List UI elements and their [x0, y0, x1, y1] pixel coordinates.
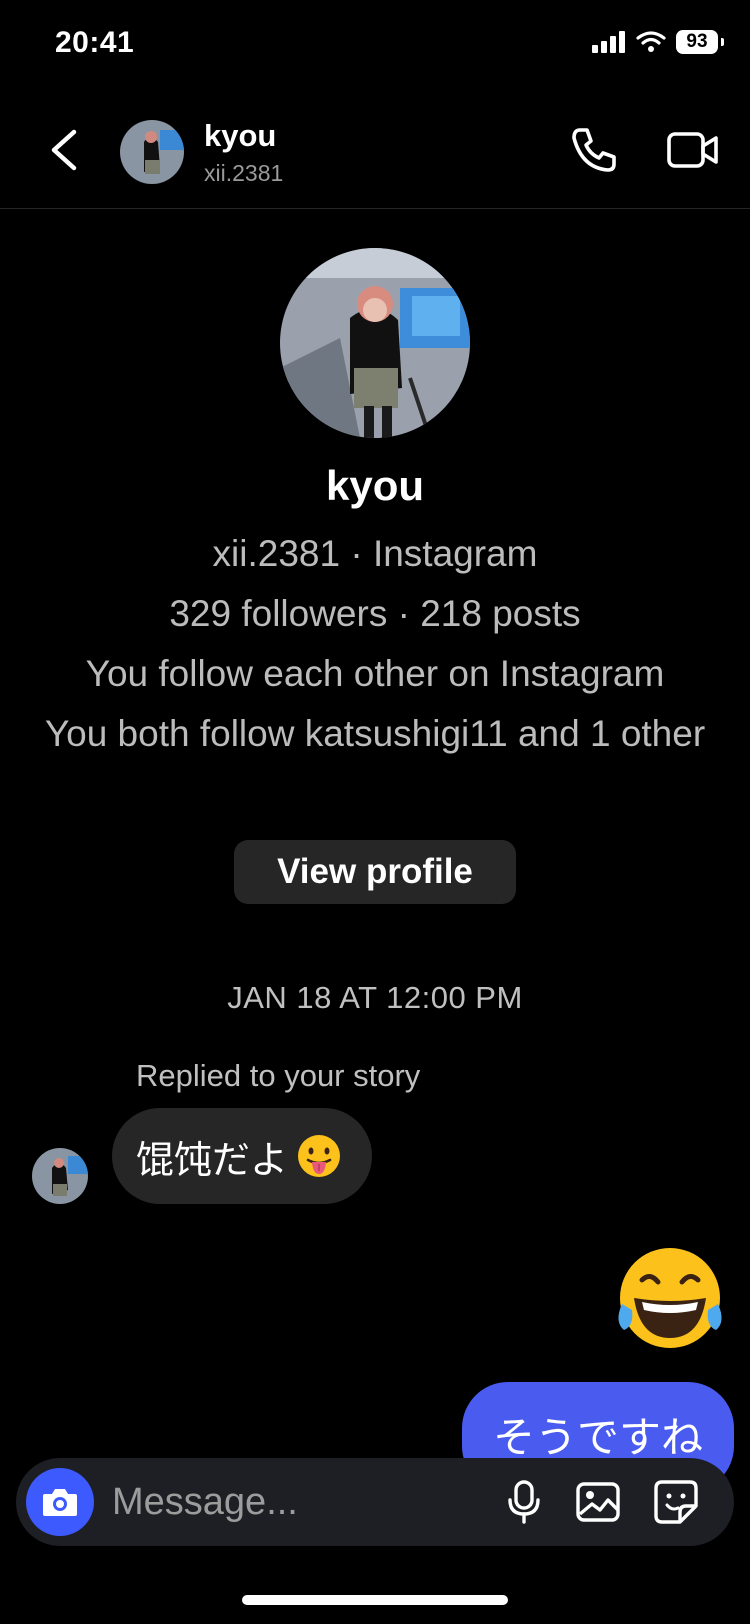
view-profile-button[interactable]: View profile	[234, 840, 516, 904]
chevron-left-icon[interactable]	[44, 126, 84, 174]
header-name[interactable]: kyou	[204, 118, 276, 154]
tongue-out-emoji	[298, 1135, 341, 1177]
avatar[interactable]	[120, 120, 184, 184]
phone-icon[interactable]	[568, 124, 620, 176]
wifi-icon	[636, 31, 666, 52]
gallery-icon[interactable]	[574, 1478, 622, 1526]
status-time: 20:41	[55, 26, 135, 59]
tears-of-joy-emoji[interactable]	[612, 1242, 728, 1358]
chat-header: kyou xii.2381	[0, 100, 750, 209]
message-composer	[16, 1458, 734, 1546]
date-separator: JAN 18 AT 12:00 PM	[227, 980, 523, 1015]
cellular-signal-icon	[592, 31, 625, 53]
status-bar: 20:41 93	[0, 0, 750, 90]
profile-common-follow: You both follow katsushigi11 and 1 other	[44, 713, 706, 754]
reply-label: Replied to your story	[136, 1058, 421, 1093]
profile-subtitle: xii.2381 · Instagram	[212, 533, 538, 574]
incoming-message-text: 馄饨だよ	[136, 1137, 289, 1182]
camera-icon	[43, 1489, 77, 1516]
video-camera-icon[interactable]	[666, 126, 720, 174]
microphone-icon[interactable]	[500, 1478, 548, 1526]
status-icons: 93	[592, 30, 724, 54]
message-input[interactable]	[112, 1472, 482, 1532]
camera-button[interactable]	[26, 1468, 94, 1536]
profile-name: kyou	[325, 462, 425, 509]
incoming-message-bubble[interactable]: 馄饨だよ	[112, 1108, 373, 1204]
profile-stats: 329 followers · 218 posts	[169, 593, 581, 634]
profile-avatar[interactable]	[280, 248, 470, 438]
header-username: xii.2381	[204, 160, 284, 186]
home-indicator	[242, 1595, 508, 1605]
profile-mutual: You follow each other on Instagram	[85, 653, 665, 694]
battery-indicator: 93	[676, 30, 724, 54]
sticker-icon[interactable]	[652, 1478, 700, 1526]
avatar[interactable]	[32, 1148, 88, 1204]
